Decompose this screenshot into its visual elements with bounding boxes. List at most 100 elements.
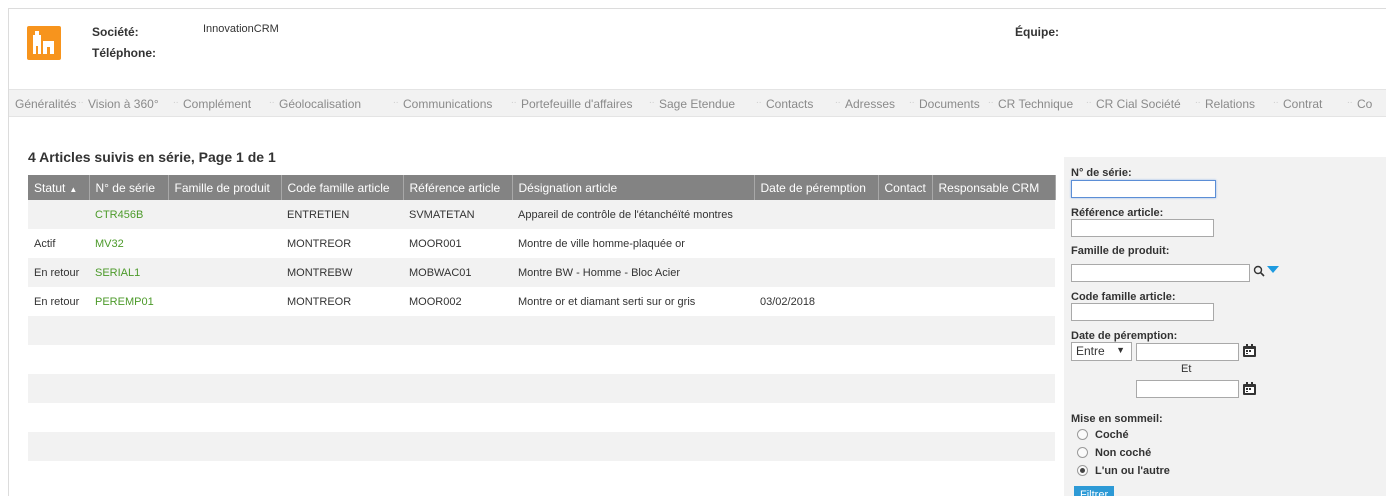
tab-item[interactable]: Co	[1357, 97, 1372, 111]
serial-number-link[interactable]: PEREMP01	[89, 287, 168, 316]
table-cell: Montre or et diamant serti sur or gris	[512, 287, 754, 316]
column-header-label: Responsable CRM	[938, 180, 1040, 195]
table-row[interactable]: En retour SERIAL1 MONTREBW MOBWAC01 Montre B…	[28, 258, 1055, 287]
radio-either-option[interactable]: L'un ou l'autre	[1077, 465, 1170, 477]
expiry-operator-select[interactable]: Entre ▼	[1071, 342, 1132, 361]
column-header[interactable]: Responsable CRM	[932, 175, 1056, 200]
table-cell: MONTREOR	[281, 287, 403, 316]
tab-item[interactable]: Contacts	[766, 97, 813, 111]
family-filter-input[interactable]	[1071, 264, 1250, 282]
tab-item[interactable]: Adresses	[845, 97, 895, 111]
table-cell	[28, 316, 89, 345]
serial-number-link[interactable]: MV32	[89, 229, 168, 258]
table-cell: MOOR002	[403, 287, 512, 316]
serial-number-link[interactable]: CTR456B	[89, 200, 168, 229]
column-header-label: Référence article	[409, 180, 501, 195]
table-cell: SVMATETAN	[403, 200, 512, 229]
tab-item[interactable]: CR Cial Société	[1096, 97, 1181, 111]
table-row[interactable]: Actif MV32 MONTREOR MOOR001 Montre de ville …	[28, 229, 1055, 258]
dropdown-arrow-icon[interactable]	[1267, 266, 1279, 274]
tab-item[interactable]: Relations	[1205, 97, 1255, 111]
column-header[interactable]: Contact	[878, 175, 933, 200]
app-frame: Société: InnovationCRM Téléphone: Équipe…	[8, 8, 1386, 496]
tab-item[interactable]: Sage Etendue	[659, 97, 735, 111]
tab-item[interactable]: Portefeuille d'affaires	[521, 97, 632, 111]
table-row[interactable]: En retour PEREMP01 MONTREOR MOOR002 Montre o…	[28, 287, 1055, 316]
table-cell: En retour	[28, 258, 89, 287]
table-cell	[168, 403, 281, 432]
table-cell	[512, 345, 754, 374]
table-cell	[512, 403, 754, 432]
radio-checked[interactable]	[1077, 429, 1088, 440]
search-icon[interactable]	[1253, 265, 1265, 277]
table-cell	[512, 374, 754, 403]
company-value: InnovationCRM	[203, 23, 279, 35]
company-logo-icon	[27, 26, 61, 60]
table-cell	[932, 374, 1055, 403]
table-cell	[403, 374, 512, 403]
table-cell	[754, 229, 878, 258]
calendar-from-icon[interactable]	[1242, 344, 1257, 358]
reference-filter-input[interactable]	[1071, 219, 1214, 237]
tab-separator: ..	[78, 95, 84, 106]
table-cell	[403, 403, 512, 432]
table-cell	[754, 461, 878, 490]
tab-separator: ..	[1273, 95, 1279, 106]
radio-unchecked-option[interactable]: Non coché	[1077, 447, 1151, 459]
column-header[interactable]: Date de péremption	[754, 175, 879, 200]
table-cell	[878, 432, 932, 461]
column-header[interactable]: Famille de produit	[168, 175, 282, 200]
tab-item[interactable]: Communications	[403, 97, 492, 111]
tab-item[interactable]: Complément	[183, 97, 251, 111]
table-cell	[512, 432, 754, 461]
table-cell	[28, 200, 89, 229]
list-title: 4 Articles suivis en série, Page 1 de 1	[28, 149, 276, 165]
reference-filter-label: Référence article:	[1071, 207, 1164, 219]
table-cell	[754, 432, 878, 461]
table-cell	[89, 432, 168, 461]
radio-unchecked-label: Non coché	[1095, 447, 1152, 459]
expiry-from-input[interactable]	[1136, 343, 1239, 361]
tab-item[interactable]: Contrat	[1283, 97, 1322, 111]
radio-checked-option[interactable]: Coché	[1077, 429, 1129, 441]
table-cell	[168, 432, 281, 461]
table-row[interactable]: CTR456B ENTRETIEN SVMATETAN Appareil de con…	[28, 200, 1055, 229]
radio-unchecked[interactable]	[1077, 447, 1088, 458]
tab-item[interactable]: Documents	[919, 97, 980, 111]
calendar-to-icon[interactable]	[1242, 382, 1257, 396]
table-cell	[878, 316, 932, 345]
code-family-filter-input[interactable]	[1071, 303, 1214, 321]
table-cell	[932, 287, 1055, 316]
tab-item[interactable]: Géolocalisation	[279, 97, 361, 111]
column-header-label: N° de série	[95, 180, 156, 195]
table-cell: Actif	[28, 229, 89, 258]
expiry-to-input[interactable]	[1136, 380, 1239, 398]
table-row-empty	[28, 403, 1055, 432]
tab-item[interactable]: Vision à 360°	[88, 97, 159, 111]
tab-item[interactable]: Généralités	[15, 97, 76, 111]
filter-panel: N° de série: Référence article: Famille …	[1064, 157, 1386, 496]
table-cell	[754, 403, 878, 432]
and-label: Et	[1181, 363, 1192, 375]
tab-item[interactable]: CR Technique	[998, 97, 1073, 111]
table-cell	[281, 403, 403, 432]
table-cell	[878, 229, 932, 258]
radio-either[interactable]	[1077, 465, 1088, 476]
table-cell	[932, 403, 1055, 432]
column-header[interactable]: Référence article	[403, 175, 513, 200]
table-cell	[932, 258, 1055, 287]
table-cell	[168, 461, 281, 490]
column-header[interactable]: Code famille article	[281, 175, 404, 200]
table-header-row: Statut ▲ N° de série Famille de produit Code…	[28, 175, 1056, 200]
serial-filter-input[interactable]	[1071, 180, 1216, 198]
table-cell	[932, 316, 1055, 345]
table-cell	[281, 461, 403, 490]
table-cell: MONTREBW	[281, 258, 403, 287]
table-cell	[403, 461, 512, 490]
serial-number-link[interactable]: SERIAL1	[89, 258, 168, 287]
column-header[interactable]: Désignation article	[512, 175, 755, 200]
table-cell	[878, 374, 932, 403]
column-header[interactable]: Statut ▲	[28, 175, 90, 200]
filter-button[interactable]: Filtrer	[1074, 486, 1115, 496]
column-header[interactable]: N° de série	[89, 175, 169, 200]
